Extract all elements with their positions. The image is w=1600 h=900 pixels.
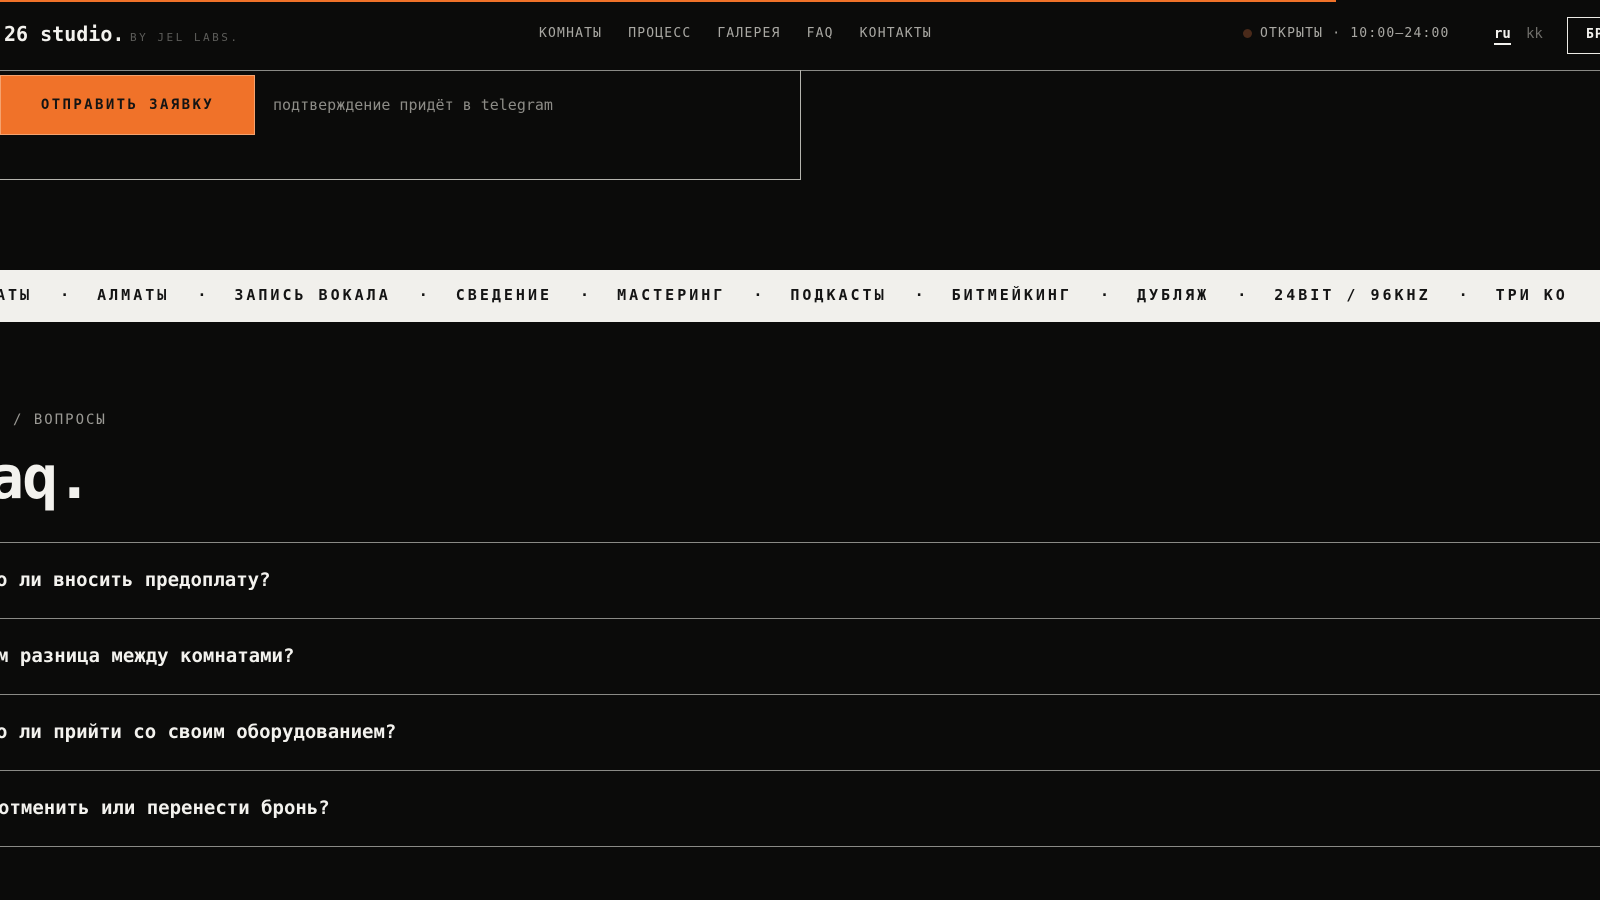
services-marquee: АТЫ · АЛМАТЫ · ЗАПИСЬ ВОКАЛА · СВЕДЕНИЕ … [0, 270, 1600, 322]
marquee-item: МАСТЕРИНГ [617, 286, 726, 304]
marquee-item: ДУБЛЯЖ [1137, 286, 1210, 304]
faq-question: отменить или перенести бронь? [0, 797, 330, 819]
marquee-item: ПОДКАСТЫ [790, 286, 887, 304]
nav-item-rooms[interactable]: КОМНАТЫ [539, 26, 602, 41]
marquee-item: СВЕДЕНИЕ [455, 286, 553, 304]
faq-question: м разница между комнатами? [0, 645, 295, 667]
marquee-separator: · [753, 286, 763, 304]
faq-title: aq. [0, 443, 92, 513]
book-button[interactable]: БРОНЬ [1567, 17, 1600, 54]
faq-item[interactable]: о ли вносить предоплату? [0, 543, 1600, 619]
marquee-item: АТЫ [0, 286, 33, 304]
marquee-separator: · [1237, 286, 1247, 304]
marquee-track: АТЫ · АЛМАТЫ · ЗАПИСЬ ВОКАЛА · СВЕДЕНИЕ … [0, 286, 1568, 304]
nav-item-contacts[interactable]: КОНТАКТЫ [860, 26, 932, 41]
faq-question: о ли прийти со своим оборудованием? [0, 721, 397, 743]
logo-subtitle: BY JEL LABS. [130, 31, 240, 44]
site-header: 26 studio. BY JEL LABS. КОМНАТЫ ПРОЦЕСС … [0, 0, 1600, 71]
faq-item[interactable]: м разница между комнатами? [0, 619, 1600, 695]
nav-item-faq[interactable]: FAQ [807, 26, 834, 41]
marquee-separator: · [580, 286, 590, 304]
marquee-item: АЛМАТЫ [97, 286, 170, 304]
submit-request-button[interactable]: ОТПРАВИТЬ ЗАЯВКУ [0, 75, 255, 135]
faq-question: о ли вносить предоплату? [0, 569, 271, 591]
faq-item[interactable]: о ли прийти со своим оборудованием? [0, 695, 1600, 771]
marquee-separator: · [418, 286, 428, 304]
marquee-separator: · [197, 286, 207, 304]
marquee-separator: · [1458, 286, 1468, 304]
faq-list: о ли вносить предоплату? м разница между… [0, 542, 1600, 847]
main-nav: КОМНАТЫ ПРОЦЕСС ГАЛЕРЕЯ FAQ КОНТАКТЫ [539, 26, 932, 41]
marquee-item: ЗАПИСЬ ВОКАЛА [234, 286, 391, 304]
open-status: ОТКРЫТЫ · 10:00–24:00 [1243, 26, 1450, 41]
marquee-item: БИТМЕЙКИНГ [951, 286, 1072, 304]
submit-note: подтверждение придёт в telegram [273, 96, 553, 114]
marquee-separator: · [1099, 286, 1109, 304]
status-dot-icon [1243, 29, 1252, 38]
marquee-item: 24BIT / 96KHZ [1274, 286, 1431, 304]
marquee-item: ТРИ КО [1495, 286, 1568, 304]
section-breadcrumb: / ВОПРОСЫ [13, 412, 107, 428]
faq-item[interactable]: отменить или перенести бронь? [0, 771, 1600, 847]
marquee-separator: · [60, 286, 70, 304]
open-hours: ОТКРЫТЫ · 10:00–24:00 [1260, 26, 1450, 41]
lang-ru-link[interactable]: ru [1494, 26, 1511, 45]
nav-item-process[interactable]: ПРОЦЕСС [628, 26, 691, 41]
nav-item-gallery[interactable]: ГАЛЕРЕЯ [717, 26, 780, 41]
logo[interactable]: 26 studio. [4, 22, 124, 46]
lang-kk-link[interactable]: kk [1526, 26, 1543, 42]
marquee-separator: · [914, 286, 924, 304]
